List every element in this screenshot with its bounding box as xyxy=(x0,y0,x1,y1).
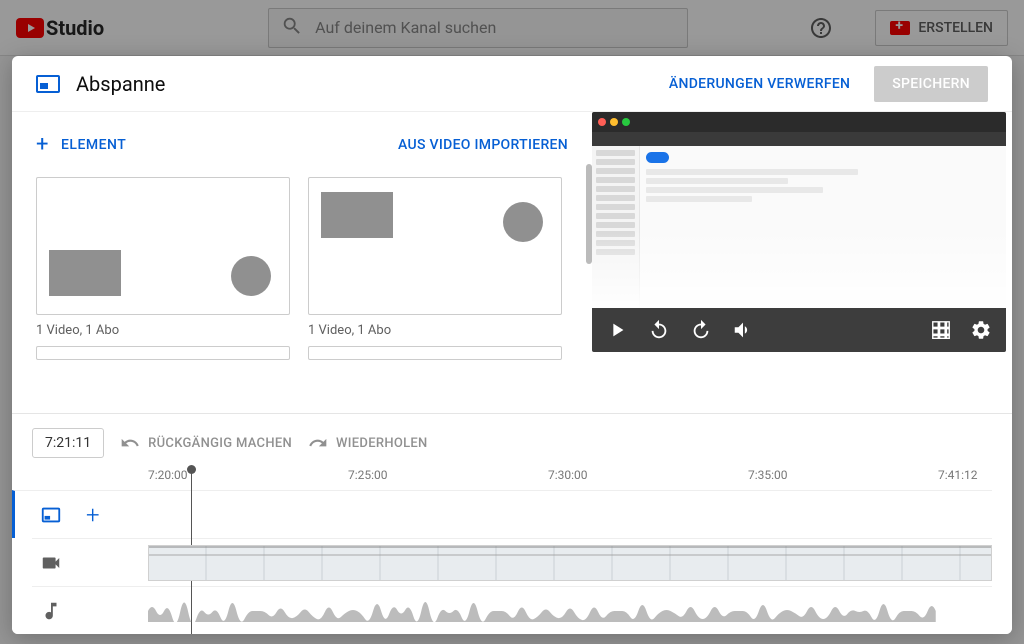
add-endscreen-element-icon[interactable]: + xyxy=(86,501,100,529)
timeline: 7:21:11 RÜCKGÄNGIG MACHEN WIEDERHOLEN 7:… xyxy=(12,413,1012,634)
play-icon[interactable] xyxy=(606,319,628,341)
video-preview xyxy=(592,112,1006,352)
redo-button[interactable]: WIEDERHOLEN xyxy=(308,433,428,453)
redo-label: WIEDERHOLEN xyxy=(336,436,428,451)
ruler-tick: 7:20:00 xyxy=(148,468,188,482)
undo-button[interactable]: RÜCKGÄNGIG MACHEN xyxy=(120,433,292,453)
template-label: 1 Video, 1 Abo xyxy=(308,323,562,338)
grid-icon[interactable] xyxy=(930,319,952,341)
save-button[interactable]: SPEICHERN xyxy=(874,66,988,102)
endscreen-icon xyxy=(36,75,60,93)
endscreen-track-icon xyxy=(40,504,62,526)
video-track-icon xyxy=(40,552,62,574)
video-controls xyxy=(592,308,1006,352)
preview-pane xyxy=(592,112,1012,413)
endscreen-track[interactable]: + xyxy=(12,490,992,538)
endscreen-editor-modal: Abspanne ÄNDERUNGEN VERWERFEN SPEICHERN … xyxy=(12,56,1012,634)
video-track[interactable] xyxy=(32,538,992,586)
ruler-tick: 7:35:00 xyxy=(748,468,788,482)
modal-title: Abspanne xyxy=(76,72,165,96)
undo-icon xyxy=(120,433,140,453)
undo-label: RÜCKGÄNGIG MACHEN xyxy=(148,436,292,451)
current-time-input[interactable]: 7:21:11 xyxy=(32,428,104,458)
ruler-tick: 7:30:00 xyxy=(548,468,588,482)
template-card[interactable]: 1 Video, 1 Abo xyxy=(36,177,290,413)
volume-icon[interactable] xyxy=(732,319,754,341)
ruler-tick: 7:25:00 xyxy=(348,468,388,482)
import-from-video-button[interactable]: AUS VIDEO IMPORTIEREN xyxy=(398,137,568,153)
discard-button[interactable]: ÄNDERUNGEN VERWERFEN xyxy=(657,68,862,100)
video-thumbnails xyxy=(148,545,992,581)
template-card[interactable]: 1 Video, 1 Abo xyxy=(308,177,562,413)
audio-waveform xyxy=(148,599,992,623)
templates-pane: + ELEMENT AUS VIDEO IMPORTIEREN 1 Video,… xyxy=(12,112,592,413)
modal-header: Abspanne ÄNDERUNGEN VERWERFEN SPEICHERN xyxy=(12,56,1012,112)
ruler-tick: 7:41:12 xyxy=(938,468,978,482)
gear-icon[interactable] xyxy=(970,319,992,341)
add-element-button[interactable]: + ELEMENT xyxy=(36,132,126,157)
template-label: 1 Video, 1 Abo xyxy=(36,323,290,338)
timeline-ruler[interactable]: 7:20:00 7:25:00 7:30:00 7:35:00 7:41:12 xyxy=(32,468,992,490)
redo-icon xyxy=(308,433,328,453)
element-label: ELEMENT xyxy=(61,137,126,153)
audio-track-icon xyxy=(40,600,62,622)
plus-icon: + xyxy=(36,132,49,157)
audio-track[interactable] xyxy=(32,586,992,634)
forward-10-icon[interactable] xyxy=(690,319,712,341)
rewind-10-icon[interactable] xyxy=(648,319,670,341)
